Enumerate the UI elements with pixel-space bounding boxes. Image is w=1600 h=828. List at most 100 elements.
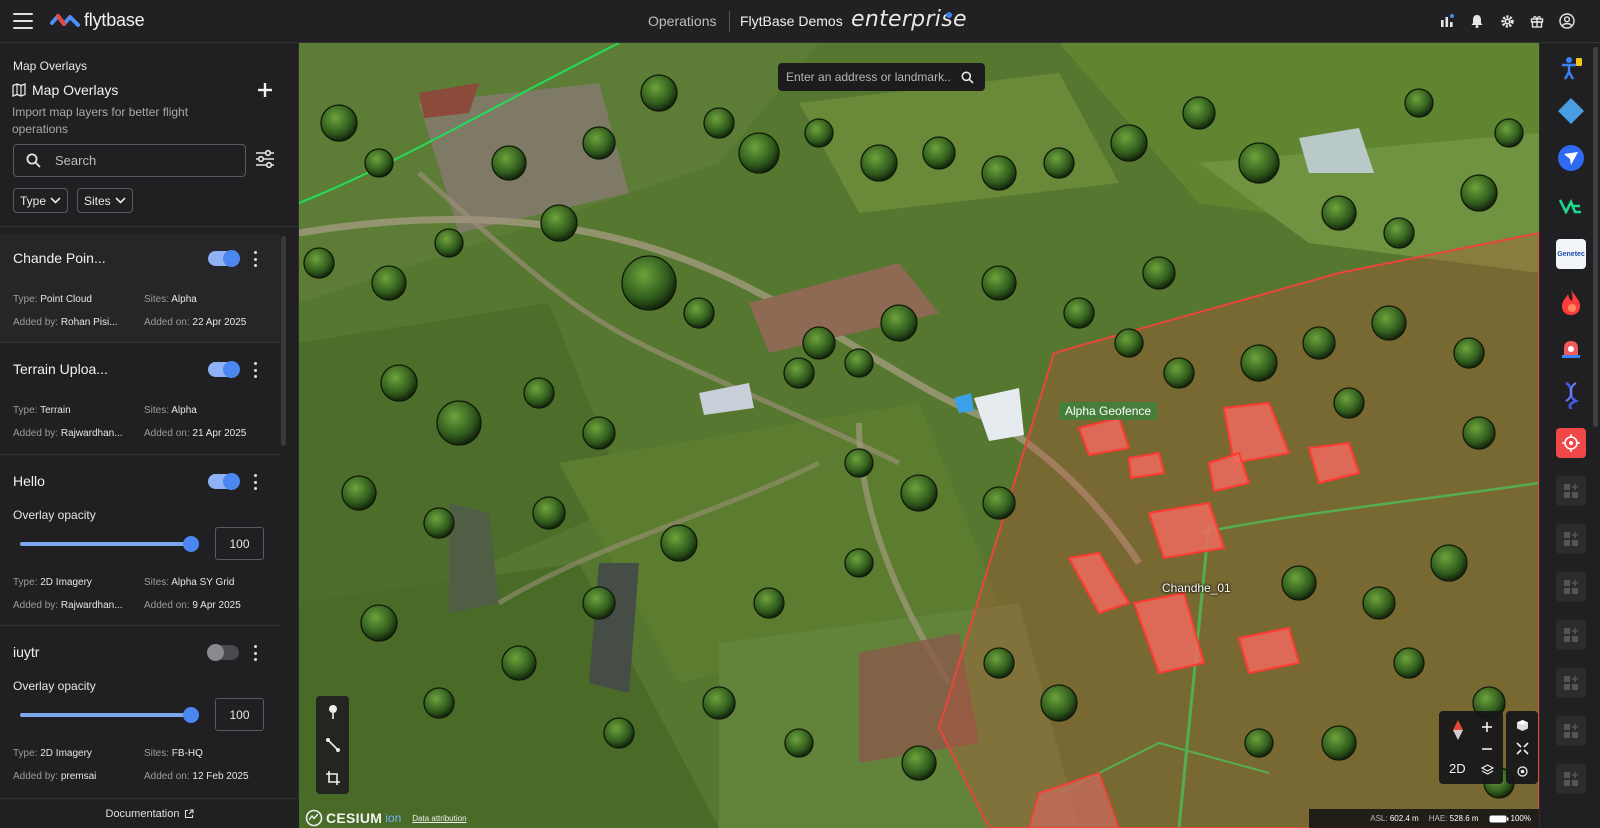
asl-value: 602.4 m [1389, 814, 1419, 823]
gift-icon[interactable] [1522, 6, 1552, 36]
search-icon[interactable] [961, 71, 974, 84]
cesium-ion-text: ion [385, 811, 402, 825]
zoom-in-icon[interactable] [1475, 715, 1499, 739]
divider [0, 226, 299, 227]
fire-app-icon[interactable] [1556, 287, 1586, 317]
search-icon [26, 153, 41, 168]
documentation-label: Documentation [105, 807, 180, 820]
dna-app-icon[interactable] [1556, 381, 1586, 411]
elevation-status-bar: ASL: 602.4 m HAE: 528.6 m 100% [1309, 809, 1539, 828]
plan-dot [946, 12, 952, 18]
overlay-type: Point Cloud [40, 294, 92, 305]
type-filter-label: Type [20, 193, 47, 208]
hamburger-menu-icon[interactable] [13, 13, 33, 29]
crop-area-icon[interactable] [321, 766, 345, 790]
more-options-icon[interactable] [250, 362, 260, 378]
gear-icon[interactable] [1492, 6, 1522, 36]
list-scrollbar[interactable] [281, 236, 286, 446]
analytics-icon[interactable] [1432, 6, 1462, 36]
genetec-app-icon[interactable]: Genetec [1556, 239, 1586, 269]
opacity-label: Overlay opacity [13, 508, 96, 522]
logo-mark-icon [50, 13, 80, 27]
zoom-out-icon[interactable] [1475, 737, 1499, 761]
org-name[interactable]: FlytBase Demos [740, 13, 843, 29]
opacity-slider[interactable] [20, 707, 199, 723]
search-input[interactable] [55, 153, 225, 168]
overlay-search[interactable] [13, 144, 246, 177]
slider-thumb[interactable] [183, 536, 199, 552]
overlay-card[interactable]: Hello Overlay opacity 100 Type: 2D Image… [0, 455, 280, 626]
user-circle-icon[interactable] [1552, 6, 1582, 36]
draw-line-icon[interactable] [321, 733, 345, 757]
overlay-card[interactable]: iuytr Overlay opacity 100 Type: 2D Image… [0, 626, 280, 798]
2d-mode-toggle[interactable]: 2D [1449, 761, 1466, 776]
opacity-label: Overlay opacity [13, 679, 96, 693]
address-search-input[interactable] [786, 70, 951, 84]
bell-icon[interactable] [1462, 6, 1492, 36]
map-viewport[interactable]: Alpha Geofence Chandhe_01 CESIUM ion Dat… [299, 43, 1539, 828]
overlay-added-by: Rajwardhan... [60, 600, 123, 611]
accessibility-app-icon[interactable] [1556, 53, 1586, 83]
overlay-sites: Alpha SY Grid [171, 577, 235, 588]
add-app-placeholder-icon[interactable] [1556, 476, 1586, 506]
overlay-visibility-toggle[interactable] [208, 361, 240, 378]
overlay-type: 2D Imagery [40, 577, 92, 588]
add-app-placeholder-icon[interactable] [1556, 668, 1586, 698]
locate-icon[interactable] [1510, 760, 1534, 782]
more-options-icon[interactable] [250, 251, 260, 267]
overlay-visibility-toggle[interactable] [208, 473, 240, 490]
overlay-name: iuytr [13, 644, 40, 660]
type-filter-dropdown[interactable]: Type [13, 188, 69, 213]
site-label[interactable]: Chandhe_01 [1156, 579, 1237, 597]
chevron-down-icon [50, 197, 61, 204]
map-overlays-panel: Map Overlays Map Overlays Import map lay… [0, 43, 299, 828]
more-options-icon[interactable] [250, 474, 260, 490]
add-app-placeholder-icon[interactable] [1556, 620, 1586, 650]
geofence-label[interactable]: Alpha Geofence [1059, 402, 1158, 420]
documentation-link[interactable]: Documentation [0, 798, 299, 828]
data-attribution-link[interactable]: Data attribution [412, 814, 466, 823]
filter-settings-button[interactable] [254, 148, 276, 170]
battery-icon [1489, 815, 1509, 822]
diamond-app-icon[interactable] [1556, 96, 1586, 126]
drawing-toolbar [316, 696, 349, 794]
rail-scrollbar[interactable] [1593, 47, 1598, 427]
genetec-app-text: Genetec [1557, 250, 1585, 258]
add-app-placeholder-icon[interactable] [1556, 524, 1586, 554]
opacity-input[interactable]: 100 [215, 698, 264, 731]
cesium-attribution: CESIUM ion Data attribution [305, 809, 467, 827]
sliders-icon [256, 149, 274, 169]
breadcrumb: Map Overlays [13, 59, 88, 73]
add-app-placeholder-icon[interactable] [1556, 572, 1586, 602]
overlay-visibility-toggle[interactable] [208, 250, 240, 267]
plus-icon [258, 83, 272, 97]
add-app-placeholder-icon[interactable] [1556, 764, 1586, 794]
overlay-added-on: 22 Apr 2025 [192, 317, 247, 328]
slider-thumb[interactable] [183, 707, 199, 723]
nav-divider [729, 11, 730, 32]
nav-operations[interactable]: Operations [648, 13, 716, 29]
battery-value: 100% [1510, 814, 1531, 823]
3d-cube-icon[interactable] [1510, 714, 1534, 736]
alarm-app-icon[interactable] [1556, 334, 1586, 364]
overlay-card[interactable]: Terrain Uploa... Type: Terrain Sites: Al… [0, 343, 280, 455]
layers-icon[interactable] [1475, 759, 1499, 781]
compass-icon[interactable] [1443, 715, 1473, 745]
add-app-placeholder-icon[interactable] [1556, 716, 1586, 746]
map-address-search[interactable] [778, 63, 985, 91]
send-app-icon[interactable] [1556, 143, 1586, 173]
opacity-slider[interactable] [20, 536, 199, 552]
overlay-card[interactable]: Chande Poin... Type: Point Cloud Sites: … [0, 234, 280, 343]
flytbase-logo[interactable]: flytbase [50, 10, 145, 31]
sensor-app-icon[interactable] [1556, 428, 1586, 458]
overlay-visibility-toggle[interactable] [207, 644, 239, 661]
more-options-icon[interactable] [250, 645, 260, 661]
pin-marker-icon[interactable] [321, 700, 345, 724]
top-bar: flytbase Operations FlytBase Demos enter… [0, 0, 1600, 43]
sites-filter-dropdown[interactable]: Sites [77, 188, 133, 213]
opacity-input[interactable]: 100 [215, 527, 264, 560]
overlay-name: Chande Poin... [13, 250, 106, 266]
add-overlay-button[interactable] [254, 79, 276, 101]
fullscreen-icon[interactable] [1510, 737, 1534, 759]
va-app-icon[interactable] [1556, 191, 1586, 221]
